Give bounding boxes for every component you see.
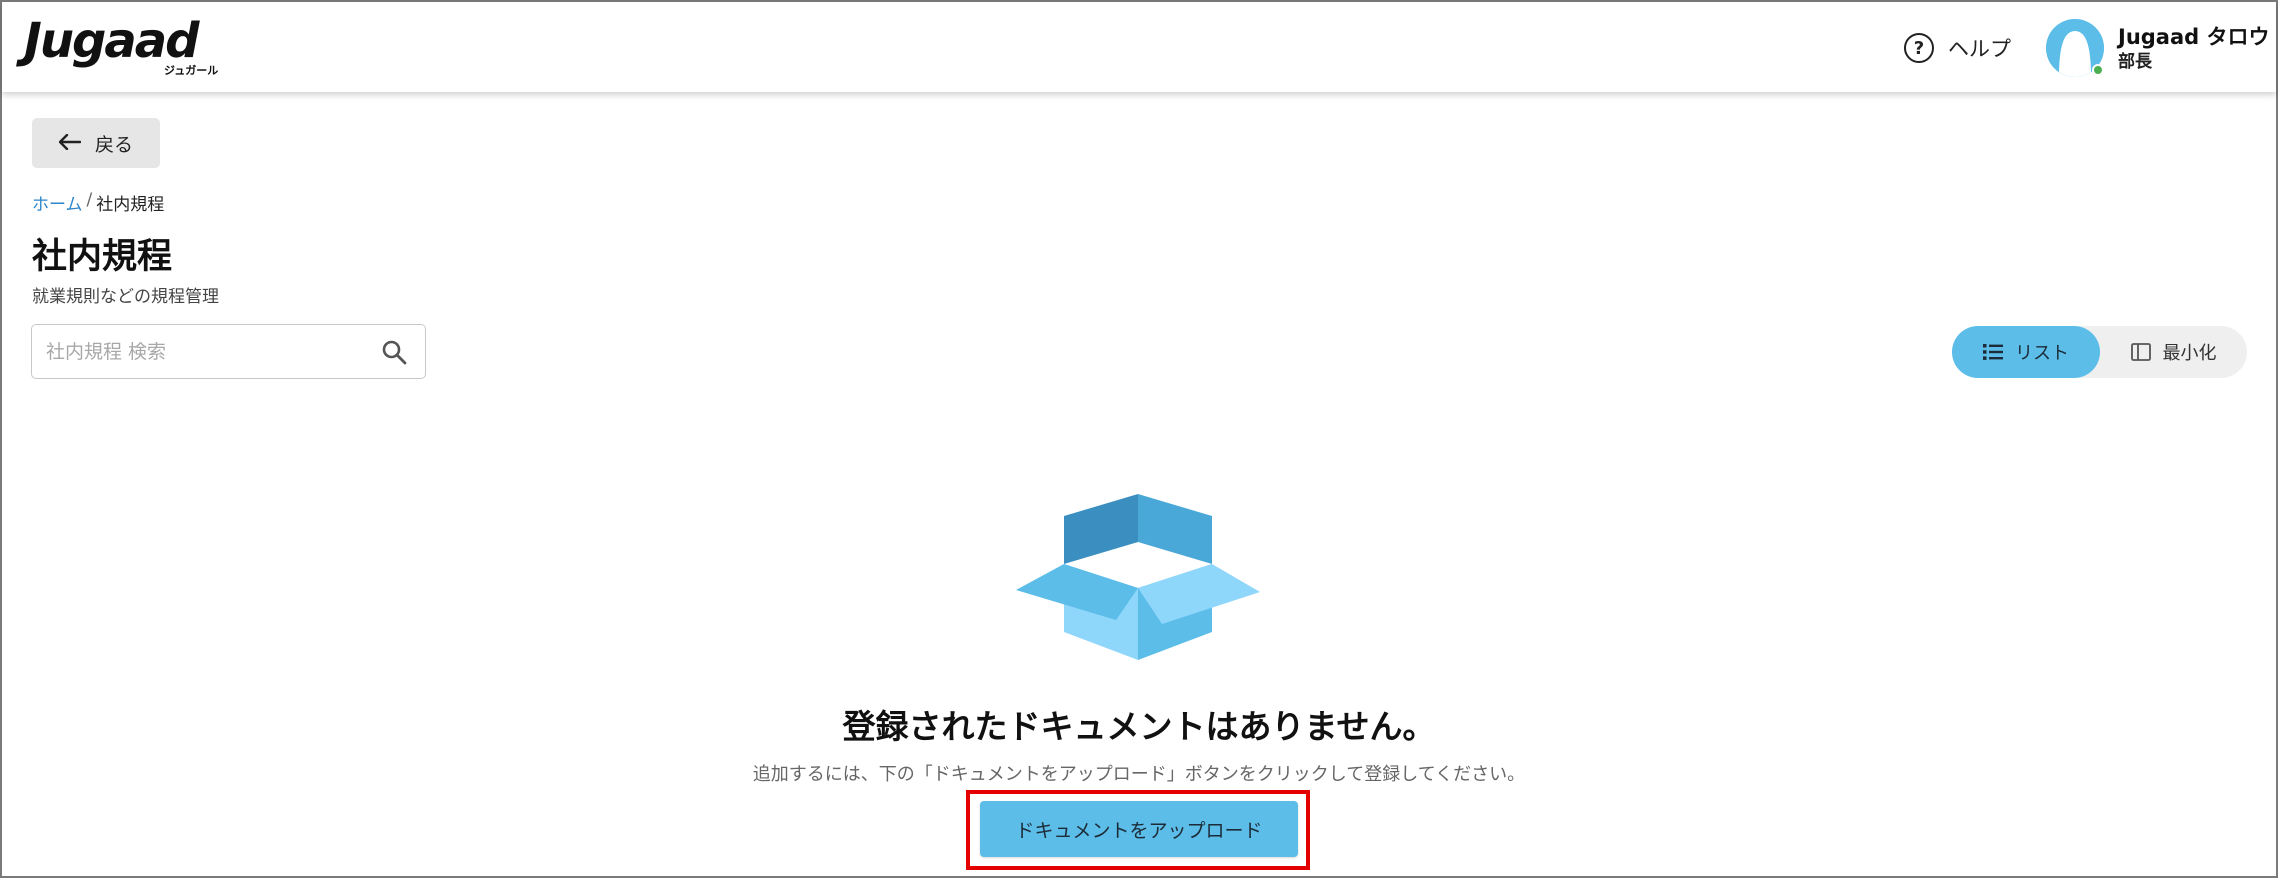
arrow-left-icon (58, 131, 82, 156)
online-status-dot (2092, 64, 2104, 76)
question-circle-icon: ? (1904, 33, 1934, 63)
user-name: Jugaad タロウ (2118, 25, 2270, 49)
toggle-minimize-view[interactable]: 最小化 (2100, 326, 2247, 378)
logo-wordmark: Jugaad (24, 13, 200, 69)
user-role: 部長 (2118, 52, 2152, 72)
toggle-minimize-label: 最小化 (2162, 343, 2217, 364)
open-box-icon (1016, 494, 1260, 660)
search-icon[interactable] (381, 339, 407, 365)
search-box (31, 324, 426, 379)
upload-document-button[interactable]: ドキュメントをアップロード (980, 801, 1298, 857)
breadcrumb-current: 社内規程 (96, 195, 165, 215)
user-info: Jugaad タロウ 部長 (2118, 23, 2269, 73)
upload-document-label: ドキュメントをアップロード (1015, 819, 1263, 842)
page-title: 社内規程 (32, 237, 173, 277)
page-subtitle: 就業規則などの規程管理 (32, 287, 219, 307)
empty-state-title: 登録されたドキュメントはありません。 (842, 707, 1436, 746)
help-label: ヘルプ (1948, 37, 2011, 61)
breadcrumb-separator: / (86, 190, 93, 210)
empty-state-description: 追加するには、下の「ドキュメントをアップロード」ボタンをクリックして登録してくだ… (752, 764, 1526, 785)
toggle-list-view[interactable]: リスト (1952, 326, 2100, 378)
sidebar-panel-icon (2130, 343, 2151, 361)
help-link[interactable]: ? ヘルプ (1904, 32, 2011, 64)
toggle-list-label: リスト (2015, 343, 2069, 364)
view-toggle: リスト 最小化 (1952, 326, 2247, 378)
list-icon (1983, 344, 2003, 360)
app-header: Jugaad ジュガール ? ヘルプ Jugaad タロウ 部長 (2, 2, 2276, 92)
breadcrumb: ホーム / 社内規程 (32, 190, 164, 215)
search-input[interactable] (32, 326, 362, 377)
user-menu[interactable]: Jugaad タロウ 部長 (2046, 18, 2269, 78)
back-button[interactable]: 戻る (32, 118, 160, 168)
back-label: 戻る (94, 133, 133, 156)
logo-subtext: ジュガール (164, 64, 219, 77)
breadcrumb-home[interactable]: ホーム (32, 190, 83, 215)
app-logo[interactable]: Jugaad ジュガール (24, 13, 218, 77)
